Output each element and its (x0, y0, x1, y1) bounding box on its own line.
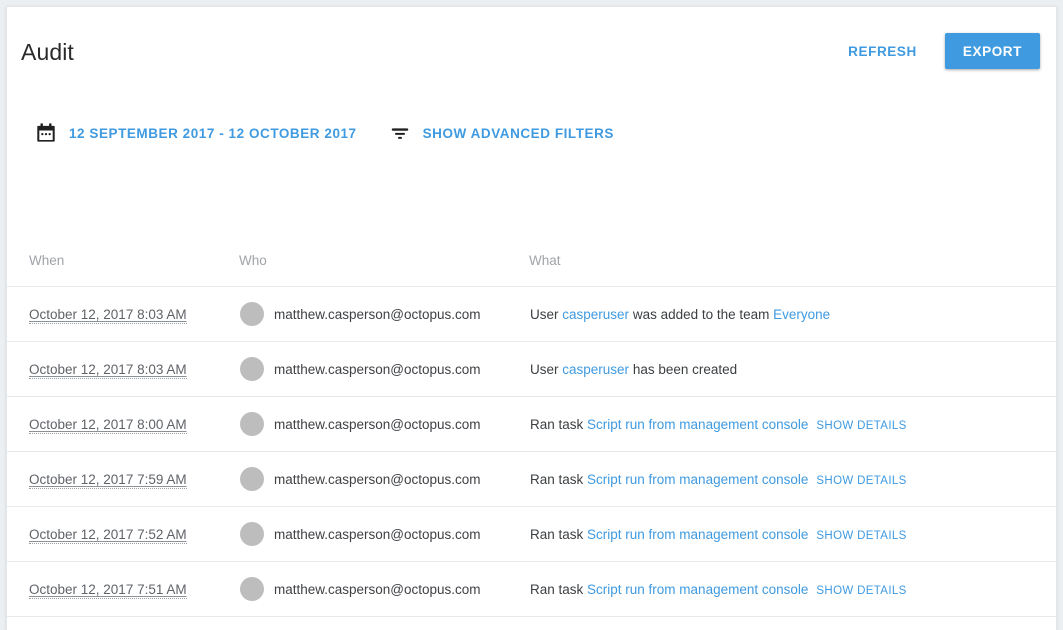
cell-who: matthew.casperson@octopus.com (239, 341, 529, 397)
filter-bar: 12 SEPTEMBER 2017 - 12 OCTOBER 2017 SHOW… (7, 109, 1056, 157)
user-email: matthew.casperson@octopus.com (274, 306, 481, 322)
timestamp[interactable]: October 12, 2017 7:52 AM (29, 526, 187, 544)
table-row: October 12, 2017 7:33 AMmatthew.casperso… (7, 616, 1056, 630)
user-identity: matthew.casperson@octopus.com (240, 577, 528, 601)
event-text: Ran task (530, 526, 588, 542)
table-row: October 12, 2017 8:03 AM matthew.casperso… (7, 286, 1056, 342)
avatar (240, 522, 264, 546)
table-row: October 12, 2017 8:00 AM matthew.casperso… (7, 396, 1056, 452)
cell-when: October 12, 2017 7:33 AM (7, 616, 239, 630)
user-email: matthew.casperson@octopus.com (274, 471, 481, 487)
cell-when: October 12, 2017 7:51 AM (7, 561, 239, 617)
cell-what: Ran task Script run from management cons… (529, 616, 1056, 630)
page-title: Audit (21, 39, 74, 65)
timestamp[interactable]: October 12, 2017 7:51 AM (29, 581, 187, 599)
avatar (240, 412, 264, 436)
cell-who: matthew.casperson@octopus.com (239, 506, 529, 562)
event-link[interactable]: Script run from management console (587, 527, 808, 542)
event-text-secondary: has been created (629, 361, 738, 377)
avatar (240, 357, 264, 381)
table-row: October 12, 2017 8:03 AM matthew.casperso… (7, 341, 1056, 397)
cell-what: Ran task Script run from management cons… (529, 451, 1056, 507)
user-identity: matthew.casperson@octopus.com (240, 467, 528, 491)
event-text: User (530, 361, 563, 377)
table-head: When Who What (7, 253, 1056, 287)
table-body: October 12, 2017 8:03 AM matthew.casperso… (7, 286, 1056, 630)
avatar (240, 577, 264, 601)
event-text: Ran task (530, 581, 588, 597)
cell-who: matthew.casperson@octopus.com (239, 286, 529, 342)
user-email: matthew.casperson@octopus.com (274, 581, 481, 597)
refresh-button[interactable]: REFRESH (838, 36, 927, 67)
card-header: Audit REFRESH EXPORT (7, 7, 1056, 103)
column-header-who: Who (239, 253, 529, 287)
user-identity: matthew.casperson@octopus.com (240, 302, 528, 326)
column-header-what: What (529, 253, 1056, 287)
cell-who: matthew.casperson@octopus.com (239, 561, 529, 617)
export-button[interactable]: EXPORT (944, 33, 1040, 69)
show-details-link[interactable]: SHOW DETAILS (816, 585, 906, 597)
event-text: Ran task (530, 416, 588, 432)
event-link[interactable]: Script run from management console (587, 417, 808, 432)
audit-page: Audit REFRESH EXPORT 12 SEPTEMBER 2017 -… (0, 0, 1063, 630)
cell-what: User casperuser has been created (529, 341, 1056, 397)
timestamp[interactable]: October 12, 2017 8:03 AM (29, 361, 187, 379)
table-header-row: When Who What (7, 253, 1056, 287)
user-identity: matthew.casperson@octopus.com (240, 522, 528, 546)
cell-what: User casperuser was added to the team Ev… (529, 286, 1056, 342)
cell-when: October 12, 2017 8:03 AM (7, 341, 239, 397)
avatar (240, 467, 264, 491)
table-row: October 12, 2017 7:52 AM matthew.casperso… (7, 506, 1056, 562)
show-details-link[interactable]: SHOW DETAILS (816, 420, 906, 432)
user-identity: matthew.casperson@octopus.com (240, 412, 528, 436)
calendar-icon (35, 122, 57, 144)
event-link-secondary[interactable]: Everyone (773, 307, 830, 322)
event-link[interactable]: Script run from management console (587, 582, 808, 597)
show-details-link[interactable]: SHOW DETAILS (816, 475, 906, 487)
cell-when: October 12, 2017 7:52 AM (7, 506, 239, 562)
event-text: User (530, 306, 563, 322)
event-link[interactable]: casperuser (562, 307, 629, 322)
cell-when: October 12, 2017 8:00 AM (7, 396, 239, 452)
user-email: matthew.casperson@octopus.com (274, 526, 481, 542)
date-range-filter[interactable]: 12 SEPTEMBER 2017 - 12 OCTOBER 2017 (35, 122, 357, 144)
filter-icon (389, 122, 411, 144)
cell-when: October 12, 2017 7:59 AM (7, 451, 239, 507)
audit-table: When Who What October 12, 2017 8:03 AM ma… (7, 253, 1056, 630)
advanced-filters-label: SHOW ADVANCED FILTERS (422, 125, 614, 141)
cell-what: Ran task Script run from management cons… (529, 506, 1056, 562)
timestamp[interactable]: October 12, 2017 7:59 AM (29, 471, 187, 489)
cell-what: Ran task Script run from management cons… (529, 396, 1056, 452)
timestamp[interactable]: October 12, 2017 8:00 AM (29, 416, 187, 434)
event-text: Ran task (530, 471, 588, 487)
table-row: October 12, 2017 7:51 AM matthew.casperso… (7, 561, 1056, 617)
column-header-when: When (7, 253, 239, 287)
table-row: October 12, 2017 7:59 AM matthew.casperso… (7, 451, 1056, 507)
avatar (240, 302, 264, 326)
event-link[interactable]: Script run from management console (587, 472, 808, 487)
user-identity: matthew.casperson@octopus.com (240, 357, 528, 381)
cell-when: October 12, 2017 8:03 AM (7, 286, 239, 342)
date-range-label: 12 SEPTEMBER 2017 - 12 OCTOBER 2017 (69, 125, 357, 141)
cell-what: Ran task Script run from management cons… (529, 561, 1056, 617)
advanced-filters-toggle[interactable]: SHOW ADVANCED FILTERS (389, 122, 614, 144)
show-details-link[interactable]: SHOW DETAILS (816, 530, 906, 542)
cell-who: matthew.casperson@octopus.com (239, 616, 529, 630)
cell-who: matthew.casperson@octopus.com (239, 396, 529, 452)
cell-who: matthew.casperson@octopus.com (239, 451, 529, 507)
event-text-secondary: was added to the team (629, 306, 774, 322)
event-link[interactable]: casperuser (562, 362, 629, 377)
user-email: matthew.casperson@octopus.com (274, 361, 481, 377)
header-actions: REFRESH EXPORT (838, 33, 1040, 69)
audit-card: Audit REFRESH EXPORT 12 SEPTEMBER 2017 -… (6, 6, 1057, 630)
timestamp[interactable]: October 12, 2017 8:03 AM (29, 306, 187, 324)
user-email: matthew.casperson@octopus.com (274, 416, 481, 432)
